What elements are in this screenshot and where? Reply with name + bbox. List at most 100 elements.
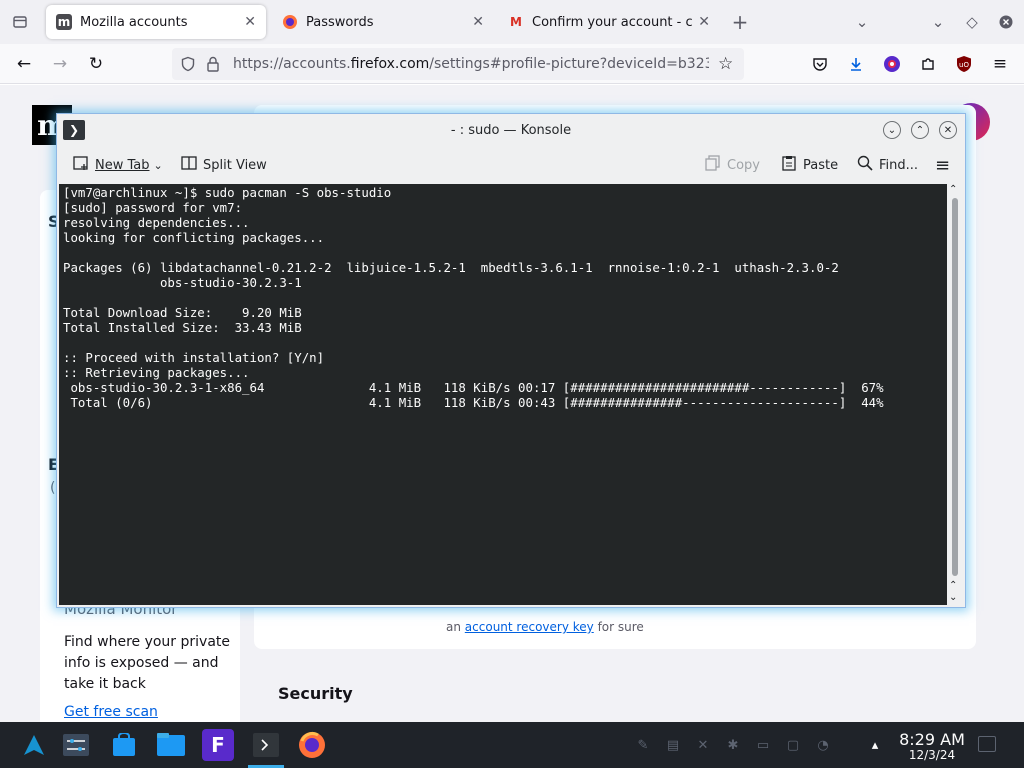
- url-path: /settings#profile-picture?deviceId=b3233…: [429, 56, 709, 72]
- terminal-line: [sudo] password for vm7:: [63, 200, 243, 215]
- get-free-scan-link[interactable]: Get free scan: [64, 704, 158, 720]
- url-text[interactable]: https://accounts.firefox.com/settings#pr…: [233, 56, 709, 72]
- konsole-icon[interactable]: [250, 729, 282, 761]
- clock-date[interactable]: 12/3/24: [896, 748, 968, 762]
- forward-arrow-icon[interactable]: →: [48, 52, 72, 76]
- split-view-label: Split View: [203, 157, 267, 173]
- clipboard-tray-icon[interactable]: ✎: [634, 736, 652, 754]
- terminal-scrollbar[interactable]: ⌃ ⌃ ⌄: [947, 184, 963, 605]
- terminal-line: [vm7@archlinux ~]$ sudo pacman -S obs-st…: [63, 185, 392, 200]
- find-button[interactable]: Find...: [857, 154, 918, 176]
- tab-passwords[interactable]: Passwords ✕: [272, 5, 494, 39]
- tab-list-icon[interactable]: [8, 10, 32, 34]
- mute-tray-icon[interactable]: ✕: [694, 736, 712, 754]
- show-desktop-icon[interactable]: [978, 736, 996, 752]
- chevron-down-icon[interactable]: ⌄: [154, 159, 163, 172]
- fenrir-icon[interactable]: F: [202, 729, 234, 761]
- terminal-line: :: Proceed with installation? [Y/n]: [63, 350, 325, 365]
- updates-tray-icon[interactable]: ◔: [814, 736, 832, 754]
- minimize-icon[interactable]: ⌄: [883, 121, 901, 139]
- close-icon[interactable]: ✕: [939, 121, 957, 139]
- terminal-line: :: Retrieving packages...: [63, 365, 250, 380]
- notes-tray-icon[interactable]: ▤: [664, 736, 682, 754]
- terminal-line: Total Download Size: 9.20 MiB: [63, 305, 302, 320]
- terminal-line: Total (0/6) 4.1 MiB 118 KiB/s 00:43 [###…: [63, 395, 884, 410]
- konsole-titlebar[interactable]: ❯ - : sudo — Konsole ⌄ ⌃ ✕: [57, 114, 965, 146]
- chevron-down-icon[interactable]: ⌄: [850, 10, 874, 34]
- display-tray-icon[interactable]: ▢: [784, 736, 802, 754]
- scroll-down-icon[interactable]: ⌄: [949, 592, 957, 603]
- copy-button[interactable]: Copy: [705, 154, 760, 176]
- paste-label: Paste: [803, 157, 839, 173]
- url-prefix: https://accounts.: [233, 56, 351, 72]
- terminal-line: obs-studio-30.2.3-1: [63, 275, 302, 290]
- discover-icon[interactable]: [108, 729, 140, 761]
- recovery-prefix: an: [446, 620, 461, 634]
- downloads-icon[interactable]: [844, 52, 868, 76]
- pocket-icon[interactable]: [808, 52, 832, 76]
- close-tab-icon[interactable]: ✕: [244, 14, 256, 30]
- mozilla-monitor-text: Find where your private info is exposed …: [64, 634, 231, 692]
- copy-icon: [705, 155, 721, 175]
- back-arrow-icon[interactable]: ←: [12, 52, 36, 76]
- bookmark-star-icon[interactable]: ☆: [718, 54, 733, 74]
- konsole-toolbar: New Tab ⌄ Split View Copy Paste Find... …: [57, 148, 965, 182]
- ublock-origin-icon[interactable]: uO: [952, 52, 976, 76]
- paste-button[interactable]: Paste: [781, 154, 838, 176]
- recovery-key-text: an account recovery key for sure: [446, 620, 644, 634]
- arch-launcher-icon[interactable]: [18, 729, 50, 761]
- url-domain: firefox.com: [350, 56, 430, 72]
- terminal-line: obs-studio-30.2.3-1-x86_64 4.1 MiB 118 K…: [63, 380, 884, 395]
- tab-confirm-account[interactable]: M Confirm your account - co ✕: [498, 5, 720, 39]
- new-tab-button[interactable]: New Tab ⌄: [73, 154, 163, 176]
- reload-icon[interactable]: ↻: [84, 52, 108, 76]
- konsole-app-icon[interactable]: ❯: [63, 120, 85, 140]
- terminal-output[interactable]: [vm7@archlinux ~]$ sudo pacman -S obs-st…: [59, 184, 947, 605]
- window-maximize-icon[interactable]: ◇: [960, 10, 984, 34]
- clock-time[interactable]: 8:29 AM: [896, 730, 968, 749]
- window-close-icon[interactable]: [994, 10, 1018, 34]
- tab-label: Passwords: [306, 14, 374, 30]
- system-settings-icon[interactable]: [60, 729, 92, 761]
- lock-icon[interactable]: [206, 56, 220, 76]
- tab-mozilla-accounts[interactable]: m Mozilla accounts ✕: [46, 5, 266, 39]
- recovery-suffix: for sure: [597, 620, 644, 634]
- bluetooth-tray-icon[interactable]: ✱: [724, 736, 742, 754]
- recovery-key-link[interactable]: account recovery key: [465, 620, 594, 634]
- konsole-title: - : sudo — Konsole: [450, 122, 572, 138]
- terminal-line: Total Installed Size: 33.43 MiB: [63, 320, 302, 335]
- storage-tray-icon[interactable]: ▭: [754, 736, 772, 754]
- navigation-toolbar: ← → ↻ https://accounts.firefox.com/setti…: [0, 44, 1024, 84]
- scroll-up-icon[interactable]: ⌃: [949, 580, 957, 591]
- firefox-icon: [282, 14, 298, 30]
- hamburger-menu-icon[interactable]: ≡: [935, 154, 950, 176]
- firefox-icon[interactable]: [296, 729, 328, 761]
- scroll-up-icon[interactable]: ⌃: [949, 184, 957, 195]
- shield-icon[interactable]: [180, 56, 196, 76]
- security-heading: Security: [278, 684, 353, 703]
- url-bar[interactable]: https://accounts.firefox.com/settings#pr…: [172, 48, 744, 80]
- close-tab-icon[interactable]: ✕: [472, 14, 484, 30]
- close-tab-icon[interactable]: ✕: [698, 14, 710, 30]
- mozilla-m-icon: m: [56, 14, 72, 30]
- scrollbar-thumb[interactable]: [952, 198, 958, 576]
- split-view-button[interactable]: Split View: [181, 154, 267, 176]
- account-avatar-icon[interactable]: [880, 52, 904, 76]
- tray-expand-icon[interactable]: ▴: [866, 736, 884, 754]
- extensions-puzzle-icon[interactable]: [916, 52, 940, 76]
- window-minimize-icon[interactable]: ⌄: [926, 10, 950, 34]
- new-tab-label: New Tab: [95, 157, 150, 173]
- new-tab-plus-icon[interactable]: +: [728, 10, 752, 34]
- hamburger-menu-icon[interactable]: ≡: [988, 52, 1012, 76]
- tab-label: Confirm your account - co: [532, 14, 693, 30]
- browser-tab-strip: m Mozilla accounts ✕ Passwords ✕ M Confi…: [0, 0, 1024, 44]
- terminal-line: resolving dependencies...: [63, 215, 250, 230]
- tab-label: Mozilla accounts: [80, 14, 188, 30]
- dolphin-icon[interactable]: [155, 729, 187, 761]
- maximize-icon[interactable]: ⌃: [911, 121, 929, 139]
- konsole-window: ❯ - : sudo — Konsole ⌄ ⌃ ✕ New Tab ⌄ Spl…: [56, 113, 966, 608]
- split-view-icon: [181, 155, 197, 175]
